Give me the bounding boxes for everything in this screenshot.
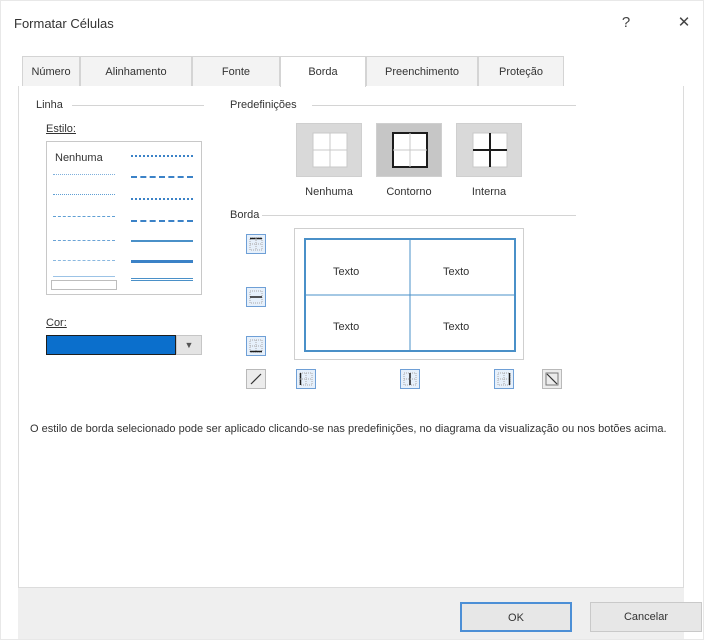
tab-borda[interactable]: Borda bbox=[280, 56, 366, 87]
presets-divider bbox=[312, 105, 576, 106]
border-right-icon bbox=[497, 372, 511, 386]
border-inside-horizontal-icon bbox=[249, 290, 263, 304]
line-style-thin[interactable] bbox=[53, 276, 115, 277]
tab-protecao[interactable]: Proteção bbox=[478, 56, 564, 86]
line-group-title: Linha bbox=[36, 99, 63, 111]
color-label: Cor: bbox=[46, 317, 67, 329]
border-inside-horizontal-button[interactable] bbox=[246, 287, 266, 307]
preset-inside-button[interactable] bbox=[456, 123, 522, 177]
close-button[interactable]: ✕ bbox=[672, 12, 696, 34]
help-button[interactable]: ? bbox=[614, 12, 638, 34]
preset-none-icon bbox=[312, 132, 348, 168]
style-label: Estilo: bbox=[46, 123, 76, 135]
help-description: O estilo de borda selecionado pode ser a… bbox=[30, 423, 667, 435]
line-style-list[interactable]: Nenhuma bbox=[46, 141, 202, 295]
line-style-double[interactable] bbox=[131, 278, 193, 281]
border-top-icon bbox=[249, 237, 263, 251]
preview-grid bbox=[304, 238, 516, 352]
border-top-button[interactable] bbox=[246, 234, 266, 254]
presets-title: Predefinições bbox=[230, 99, 297, 111]
tab-numero[interactable]: Número bbox=[22, 56, 80, 86]
line-style-medium-dash-dot[interactable] bbox=[131, 198, 193, 200]
line-group-divider bbox=[72, 105, 204, 106]
border-inside-vertical-button[interactable] bbox=[400, 369, 420, 389]
line-style-medium[interactable] bbox=[131, 240, 193, 242]
line-style-dash-dot-dot[interactable] bbox=[53, 216, 115, 217]
line-style-thick[interactable] bbox=[131, 260, 193, 263]
preset-inside-icon bbox=[472, 132, 508, 168]
line-style-dash-dot[interactable] bbox=[53, 240, 115, 241]
ok-button[interactable]: OK bbox=[460, 602, 572, 632]
preview-cell-text: Texto bbox=[333, 321, 360, 333]
preset-outline-button[interactable] bbox=[376, 123, 442, 177]
border-preview[interactable]: Texto Texto Texto Texto bbox=[294, 228, 524, 360]
line-style-slanted-dash-dot[interactable] bbox=[131, 176, 193, 178]
chevron-down-icon[interactable]: ▼ bbox=[176, 335, 202, 355]
border-inside-vertical-icon bbox=[403, 372, 417, 386]
line-style-none[interactable]: Nenhuma bbox=[55, 152, 103, 164]
preset-none-button[interactable] bbox=[296, 123, 362, 177]
diagonal-down-icon bbox=[545, 372, 559, 386]
line-style-selected-frame bbox=[51, 280, 117, 290]
line-style-medium-dash-dot-dot[interactable] bbox=[131, 155, 193, 157]
cancel-button[interactable]: Cancelar bbox=[590, 602, 702, 632]
preview-cell-text: Texto bbox=[443, 321, 470, 333]
diagonal-up-icon bbox=[250, 373, 262, 385]
line-style-medium-dashed[interactable] bbox=[131, 220, 193, 222]
border-left-button[interactable] bbox=[296, 369, 316, 389]
border-diagonal-up-button[interactable] bbox=[246, 369, 266, 389]
line-style-dashed[interactable] bbox=[53, 260, 115, 261]
border-left-icon bbox=[299, 372, 313, 386]
tab-fonte[interactable]: Fonte bbox=[192, 56, 280, 86]
preset-outline-label: Contorno bbox=[386, 186, 432, 198]
border-group-title: Borda bbox=[230, 209, 260, 221]
preview-cell-text: Texto bbox=[333, 266, 360, 278]
border-group-divider bbox=[262, 215, 576, 216]
line-style-dotted[interactable] bbox=[53, 194, 115, 195]
line-style-hair[interactable] bbox=[53, 174, 115, 175]
border-diagonal-down-button[interactable] bbox=[542, 369, 562, 389]
color-picker[interactable] bbox=[46, 335, 176, 355]
border-bottom-icon bbox=[249, 339, 263, 353]
dialog-footer bbox=[18, 588, 684, 640]
dialog-title: Formatar Células bbox=[14, 16, 114, 31]
preset-outline-icon bbox=[392, 132, 428, 168]
preview-cell-text: Texto bbox=[443, 266, 470, 278]
tab-preenchimento[interactable]: Preenchimento bbox=[366, 56, 478, 86]
preset-none-label: Nenhuma bbox=[305, 186, 353, 198]
tab-alinhamento[interactable]: Alinhamento bbox=[80, 56, 192, 86]
border-bottom-button[interactable] bbox=[246, 336, 266, 356]
preset-inside-label: Interna bbox=[471, 186, 507, 198]
border-right-button[interactable] bbox=[494, 369, 514, 389]
